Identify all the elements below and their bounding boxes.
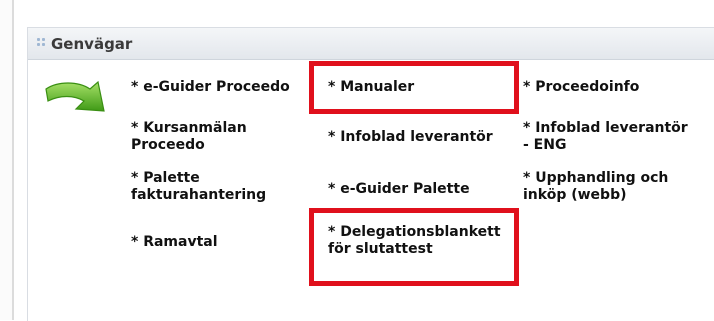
link-proceedoinfo[interactable]: * Proceedoinfo	[523, 79, 639, 96]
link-kursanmalan-line2: Proceedo	[131, 137, 205, 153]
link-palette-line1: * Palette	[131, 170, 200, 186]
link-palette-line2: fakturahantering	[131, 187, 267, 203]
link-palette-fakturahantering[interactable]: * Palette fakturahantering	[131, 170, 266, 204]
panel-title: Genvägar	[51, 35, 133, 53]
green-arrow-icon	[45, 80, 105, 112]
link-infoblad-leverantor-eng[interactable]: * Infoblad leverantör - ENG	[523, 120, 688, 154]
dots-icon	[37, 38, 47, 48]
highlight-box-delegationsblankett	[309, 208, 519, 286]
link-infoblad-leverantor[interactable]: * Infoblad leverantör	[328, 129, 493, 146]
highlight-box-manualer	[309, 61, 519, 114]
link-eguider-proceedo[interactable]: * e-Guider Proceedo	[131, 79, 290, 96]
link-kursanmalan-line1: * Kursanmälan	[131, 120, 247, 136]
link-eguider-palette[interactable]: * e-Guider Palette	[328, 181, 470, 198]
left-divider	[0, 0, 14, 320]
shortcuts-panel: Genvägar * e-Guider Proceedo * Manualer …	[27, 27, 714, 321]
link-upphandling-line1: * Upphandling och	[523, 170, 669, 186]
link-ramavtal[interactable]: * Ramavtal	[131, 234, 218, 251]
panel-header: Genvägar	[28, 28, 714, 60]
link-upphandling-inkop[interactable]: * Upphandling och inköp (webb)	[523, 170, 668, 204]
link-kursanmalan[interactable]: * Kursanmälan Proceedo	[131, 120, 247, 154]
link-upphandling-line2: inköp (webb)	[523, 187, 627, 203]
link-infoblad-eng-line1: * Infoblad leverantör	[523, 120, 688, 136]
link-infoblad-eng-line2: - ENG	[523, 137, 567, 153]
